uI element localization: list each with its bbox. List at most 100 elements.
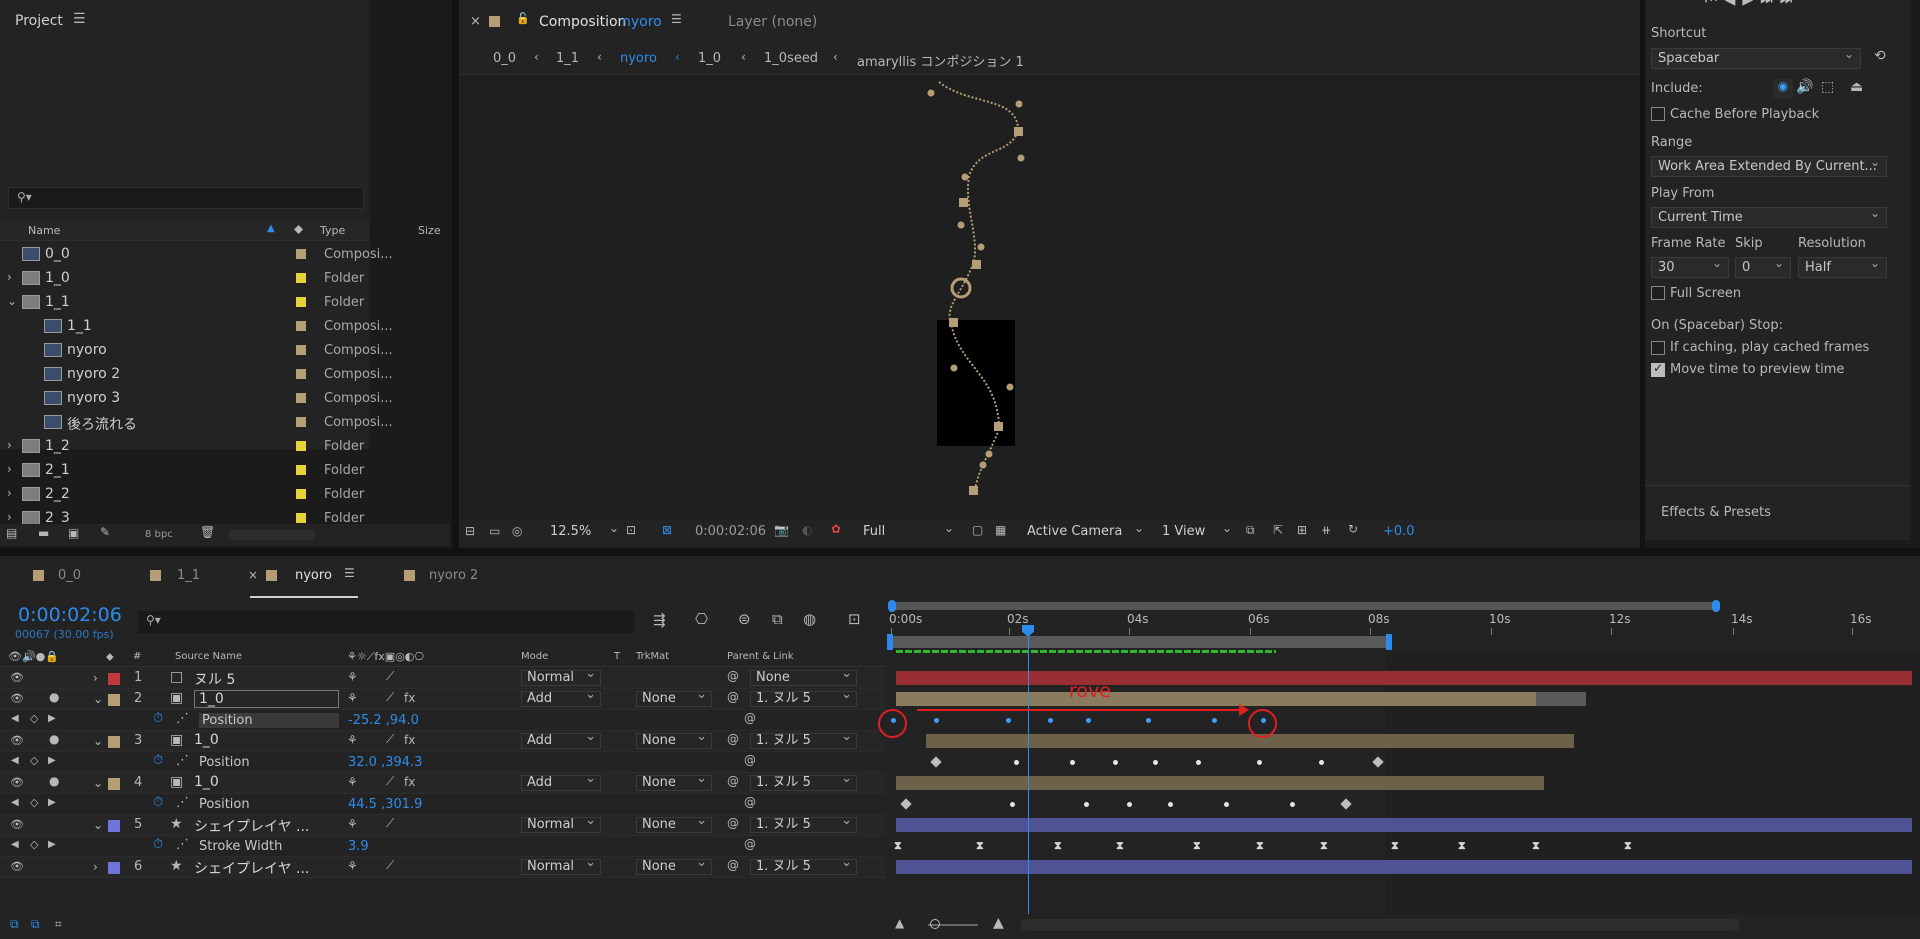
path-vertex[interactable] <box>994 422 1003 431</box>
include-audio-icon[interactable]: 🔊 <box>1796 79 1813 95</box>
path-handle[interactable] <box>977 243 985 251</box>
layer-tab[interactable]: Layer (none) <box>728 14 817 30</box>
toggle-switches-icon[interactable]: ⧉ <box>10 917 19 932</box>
work-area-bar[interactable] <box>889 636 1389 648</box>
path-handle[interactable] <box>985 450 993 458</box>
range-select[interactable]: Work Area Extended By Current... <box>1651 155 1887 177</box>
always-preview-icon[interactable]: ⊟ <box>465 524 475 538</box>
stopwatch-icon[interactable]: ⏱ <box>153 711 163 726</box>
layer-name[interactable]: 1_0 <box>194 690 339 708</box>
show-snapshot-icon[interactable]: ◐ <box>802 523 812 537</box>
snapshot-icon[interactable]: 📷 <box>774 523 789 537</box>
add-keyframe-icon[interactable]: ◇ <box>30 712 38 725</box>
trkmat-select[interactable]: None <box>636 688 712 707</box>
label-color-swatch[interactable] <box>296 273 306 283</box>
quality-switch-icon[interactable]: ⟋ <box>386 732 394 747</box>
expression-icon[interactable]: @ <box>744 837 756 851</box>
hold-keyframe[interactable]: ⧗ <box>1256 839 1264 853</box>
hold-keyframe[interactable]: ⧗ <box>1320 839 1328 853</box>
parent-select[interactable]: 1. ヌル 5 <box>750 688 857 707</box>
channel-icon[interactable]: ✿ <box>831 522 841 536</box>
layer-row[interactable]: 👁 › 6 ★ シェイプレイヤ ... ⚘ ⟋ Normal None @1. ヌル 5 <box>0 856 886 878</box>
property-value[interactable]: 3.9 <box>348 839 369 854</box>
effects-presets-title[interactable]: Effects & Presets <box>1661 505 1771 520</box>
expression-icon[interactable]: @ <box>744 711 756 725</box>
layer-name[interactable]: シェイプレイヤ ... <box>194 816 309 836</box>
panel-menu-icon[interactable]: ☰ <box>73 11 86 27</box>
parent-select[interactable]: 1. ヌル 5 <box>750 856 857 875</box>
if-caching-checkbox[interactable] <box>1651 341 1665 355</box>
graph-icon[interactable]: ⋰ <box>176 711 189 726</box>
path-handle[interactable] <box>979 461 987 469</box>
hold-keyframe[interactable]: ⧗ <box>1532 839 1540 853</box>
settings-icon[interactable]: ✎ <box>100 525 110 539</box>
quality-switch-icon[interactable]: ⟋ <box>386 774 394 789</box>
toggle-render-time-icon[interactable]: ⌗ <box>55 917 62 932</box>
layer-name[interactable]: ヌル 5 <box>194 669 235 689</box>
col-name[interactable]: Name <box>28 224 60 237</box>
twirl-icon[interactable]: › <box>7 462 12 476</box>
project-item[interactable]: 1_1 Composi... <box>0 315 432 339</box>
label-color-swatch[interactable] <box>108 694 120 706</box>
hold-keyframe[interactable]: ⧗ <box>1391 839 1399 853</box>
timeline-tab-1[interactable]: 1_1 <box>177 568 200 583</box>
keyframe[interactable] <box>1257 760 1262 765</box>
layer-outpoint-bar[interactable] <box>1536 692 1586 706</box>
trkmat-select[interactable]: None <box>636 730 712 749</box>
play-from-select[interactable]: Current Time <box>1651 206 1887 228</box>
hold-keyframe[interactable]: ⧗ <box>1624 839 1632 853</box>
twirl-icon[interactable]: ⌄ <box>7 294 17 308</box>
timeline-tab-3[interactable]: nyoro 2 <box>429 568 478 583</box>
blend-mode-select[interactable]: Normal <box>521 667 601 686</box>
keyframe[interactable] <box>1224 802 1229 807</box>
project-item[interactable]: nyoro 2 Composi... <box>0 363 432 387</box>
keyframe-track[interactable] <box>886 752 1920 773</box>
quality-switch-icon[interactable]: ⟋ <box>386 690 394 705</box>
twirl-icon[interactable]: ⌄ <box>93 692 103 706</box>
label-color-swatch[interactable] <box>296 465 306 475</box>
current-time[interactable]: 0:00:02:06 <box>18 604 122 626</box>
project-item[interactable]: ⌄ 1_1 Folder <box>0 291 432 315</box>
layer-duration-bar[interactable] <box>896 776 1544 790</box>
path-vertex[interactable] <box>969 486 978 495</box>
zoom-out-icon[interactable]: ▲ <box>895 916 904 930</box>
property-name[interactable]: Position <box>199 755 250 770</box>
parent-select[interactable]: None <box>750 667 857 686</box>
zoom-select[interactable]: 12.5% <box>550 524 591 539</box>
shy-icon[interactable]: ⊜ <box>738 610 751 628</box>
shortcut-select[interactable]: Spacebar <box>1651 47 1861 69</box>
hold-keyframe[interactable]: ⧗ <box>1458 839 1466 853</box>
skip-select[interactable]: 0 <box>1735 256 1791 278</box>
label-color-swatch[interactable] <box>296 513 306 523</box>
keyframe[interactable] <box>1168 802 1173 807</box>
layer-row[interactable]: 👁 ● ⌄ 4 ▣ 1_0 ⚘ ⟋ fx Add None @1. ヌル 5 <box>0 772 886 794</box>
keyframe[interactable] <box>1070 760 1075 765</box>
zoom-slider-handle[interactable] <box>930 919 940 929</box>
col-type[interactable]: Type <box>320 224 345 237</box>
next-keyframe-icon[interactable]: ▶ <box>48 755 56 766</box>
property-row[interactable]: ◀ ◇ ▶ ⏱ ⋰ Position -25.2 ,94.0 @ <box>0 710 886 731</box>
trkmat-select[interactable]: None <box>636 814 712 833</box>
property-name[interactable]: Position <box>199 797 250 812</box>
shy-switch-icon[interactable]: ⚘ <box>347 817 358 831</box>
label-color-swatch[interactable] <box>296 369 306 379</box>
path-handle[interactable] <box>950 364 958 372</box>
twirl-icon[interactable]: ⌄ <box>93 734 103 748</box>
reset-icon[interactable]: ⟲ <box>1874 48 1886 64</box>
layout-icon[interactable]: ⧉ <box>1246 523 1255 538</box>
keyframe-track[interactable] <box>886 794 1920 815</box>
parent-select[interactable]: 1. ヌル 5 <box>750 730 857 749</box>
eye-icon[interactable]: 👁 <box>10 734 24 747</box>
work-area-start[interactable] <box>887 634 893 650</box>
fit-icon[interactable]: ⊡ <box>626 523 636 537</box>
shy-switch-icon[interactable]: ⚘ <box>347 691 358 705</box>
solo-icon[interactable]: ● <box>49 774 59 788</box>
keyframe[interactable] <box>934 718 939 723</box>
pickwhip-icon[interactable]: @ <box>727 669 739 683</box>
solo-icon[interactable]: ● <box>49 732 59 746</box>
draft-3d-icon[interactable]: ⎔ <box>695 610 708 628</box>
keyframe[interactable] <box>1319 760 1324 765</box>
layer-duration-bar[interactable] <box>926 734 1574 748</box>
col-size[interactable]: Size <box>418 224 441 237</box>
keyframe[interactable] <box>1006 718 1011 723</box>
